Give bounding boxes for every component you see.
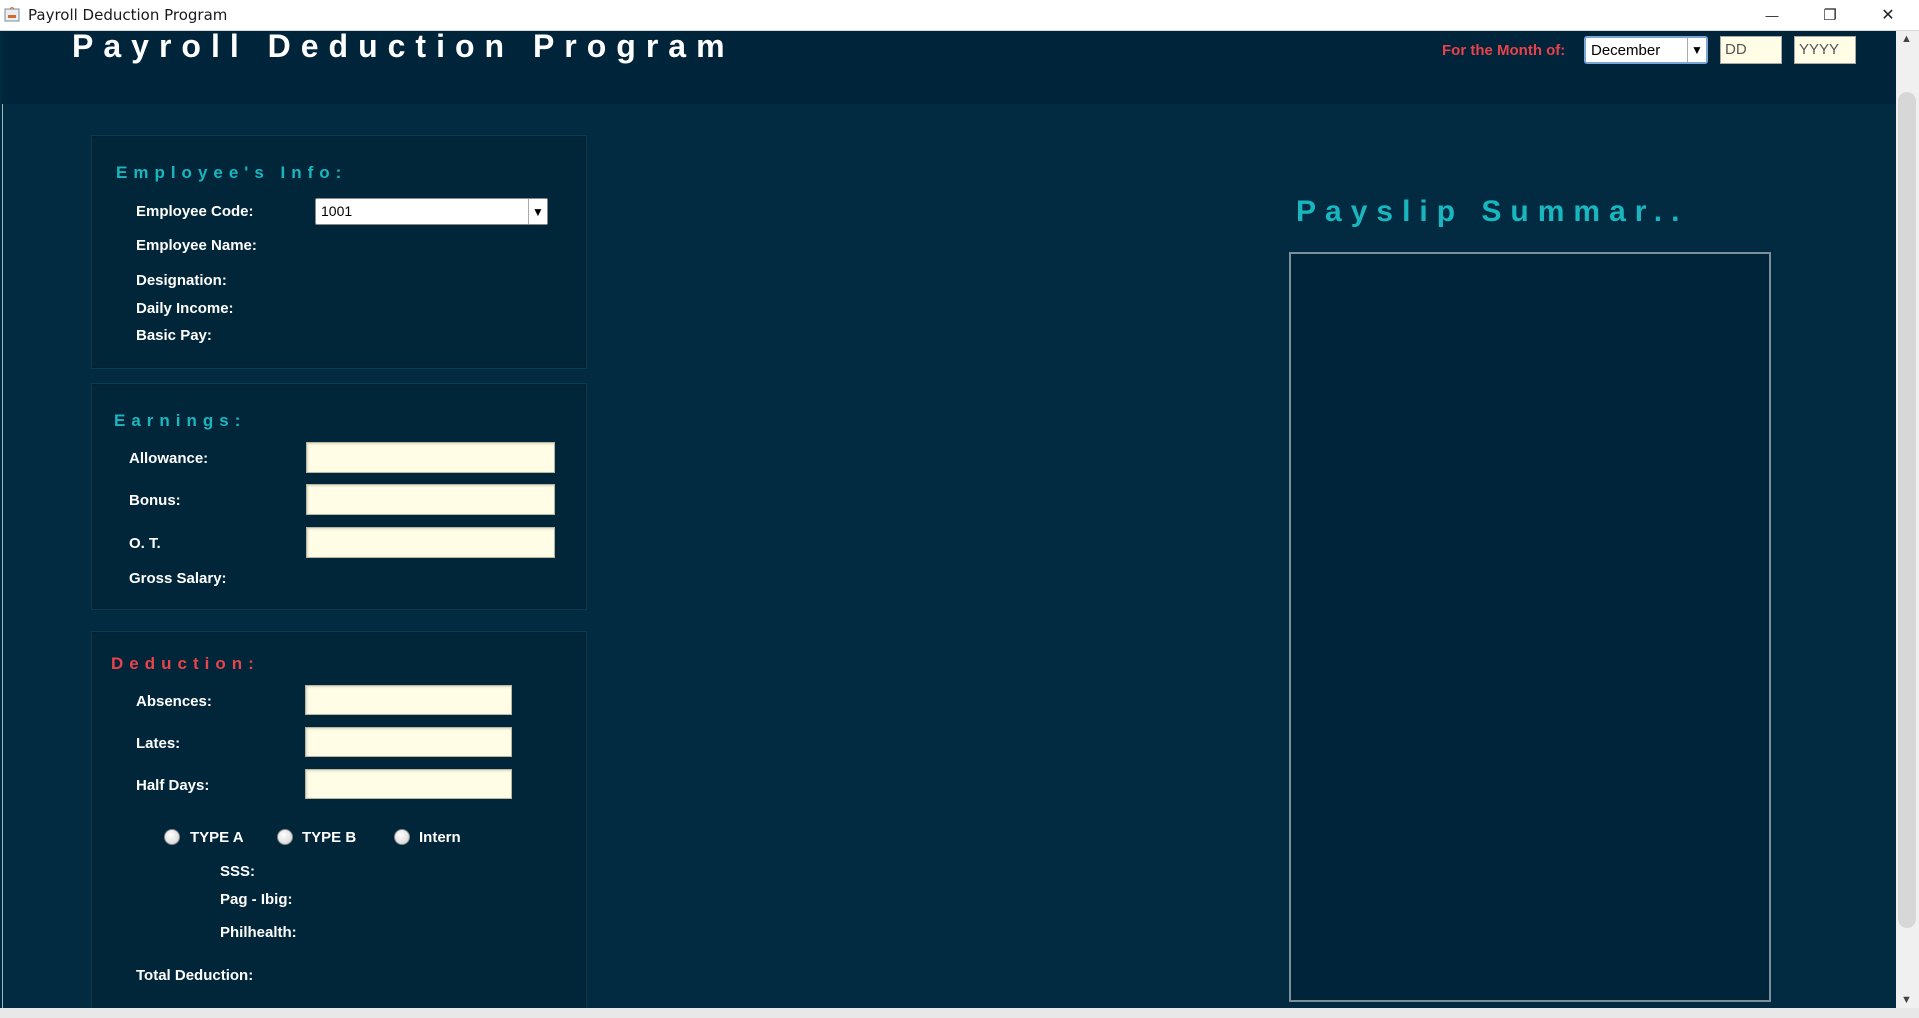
window-bottom-edge [0, 1008, 1919, 1018]
earnings-title: Earnings: [114, 411, 247, 430]
chevron-down-icon: ▼ [528, 199, 547, 224]
daily-income-label: Daily Income: [136, 300, 234, 317]
restore-button[interactable]: ❐ [1801, 0, 1859, 30]
ot-input[interactable] [306, 527, 555, 558]
scroll-down-icon[interactable]: ▼ [1901, 994, 1912, 1006]
restore-icon: ❐ [1823, 7, 1837, 24]
lates-input[interactable] [305, 727, 512, 757]
minimize-button[interactable]: — [1743, 0, 1801, 30]
month-select[interactable]: December ▼ [1584, 36, 1708, 64]
type-a-label[interactable]: TYPE A [190, 829, 244, 846]
close-button[interactable]: ✕ [1859, 0, 1917, 30]
intern-label[interactable]: Intern [419, 829, 461, 846]
lates-label: Lates: [136, 735, 181, 752]
type-a-radio[interactable] [164, 829, 180, 845]
day-input[interactable]: DD [1720, 36, 1782, 64]
java-app-icon [4, 7, 20, 22]
deduction-title: Deduction: [111, 654, 260, 673]
employee-code-select[interactable]: 1001 ▼ [315, 198, 548, 225]
type-b-label[interactable]: TYPE B [302, 829, 356, 846]
bonus-input[interactable] [306, 484, 555, 515]
total-deduction-label: Total Deduction: [136, 967, 254, 984]
half-days-input[interactable] [305, 769, 512, 799]
absences-label: Absences: [136, 693, 212, 710]
scrollbar-thumb[interactable] [1898, 92, 1916, 928]
program-title: Payroll Deduction Program [72, 28, 735, 64]
employee-info-title: Employee's Info: [116, 163, 348, 182]
ot-label: O. T. [129, 535, 161, 552]
philhealth-label: Philhealth: [220, 924, 297, 941]
employee-code-label: Employee Code: [136, 203, 254, 220]
window-title-bar: Payroll Deduction Program — ❐ ✕ [0, 0, 1919, 31]
sss-label: SSS: [220, 863, 256, 880]
allowance-label: Allowance: [129, 450, 209, 467]
pagibig-label: Pag - Ibig: [220, 891, 293, 908]
window-title: Payroll Deduction Program [28, 6, 228, 24]
intern-radio[interactable] [394, 829, 410, 845]
gross-salary-label: Gross Salary: [129, 570, 227, 587]
payslip-summary-textarea[interactable] [1289, 252, 1771, 1002]
year-input[interactable]: YYYY [1794, 36, 1856, 64]
employee-code-value: 1001 [321, 203, 353, 219]
day-placeholder: DD [1725, 41, 1747, 58]
allowance-input[interactable] [306, 442, 555, 473]
payslip-summary-title: Payslip Summar.. [1296, 195, 1689, 228]
bonus-label: Bonus: [129, 492, 181, 509]
type-b-radio[interactable] [277, 829, 293, 845]
absences-input[interactable] [305, 685, 512, 715]
chevron-down-icon: ▼ [1687, 38, 1706, 62]
year-placeholder: YYYY [1799, 41, 1840, 58]
month-select-value: December [1591, 42, 1661, 59]
minimize-icon: — [1765, 7, 1779, 23]
employee-name-label: Employee Name: [136, 237, 257, 254]
basic-pay-label: Basic Pay: [136, 327, 212, 344]
half-days-label: Half Days: [136, 777, 210, 794]
designation-label: Designation: [136, 272, 227, 289]
month-label: For the Month of: [1442, 42, 1566, 59]
scroll-up-icon[interactable]: ▲ [1901, 33, 1912, 45]
close-icon: ✕ [1881, 7, 1895, 24]
